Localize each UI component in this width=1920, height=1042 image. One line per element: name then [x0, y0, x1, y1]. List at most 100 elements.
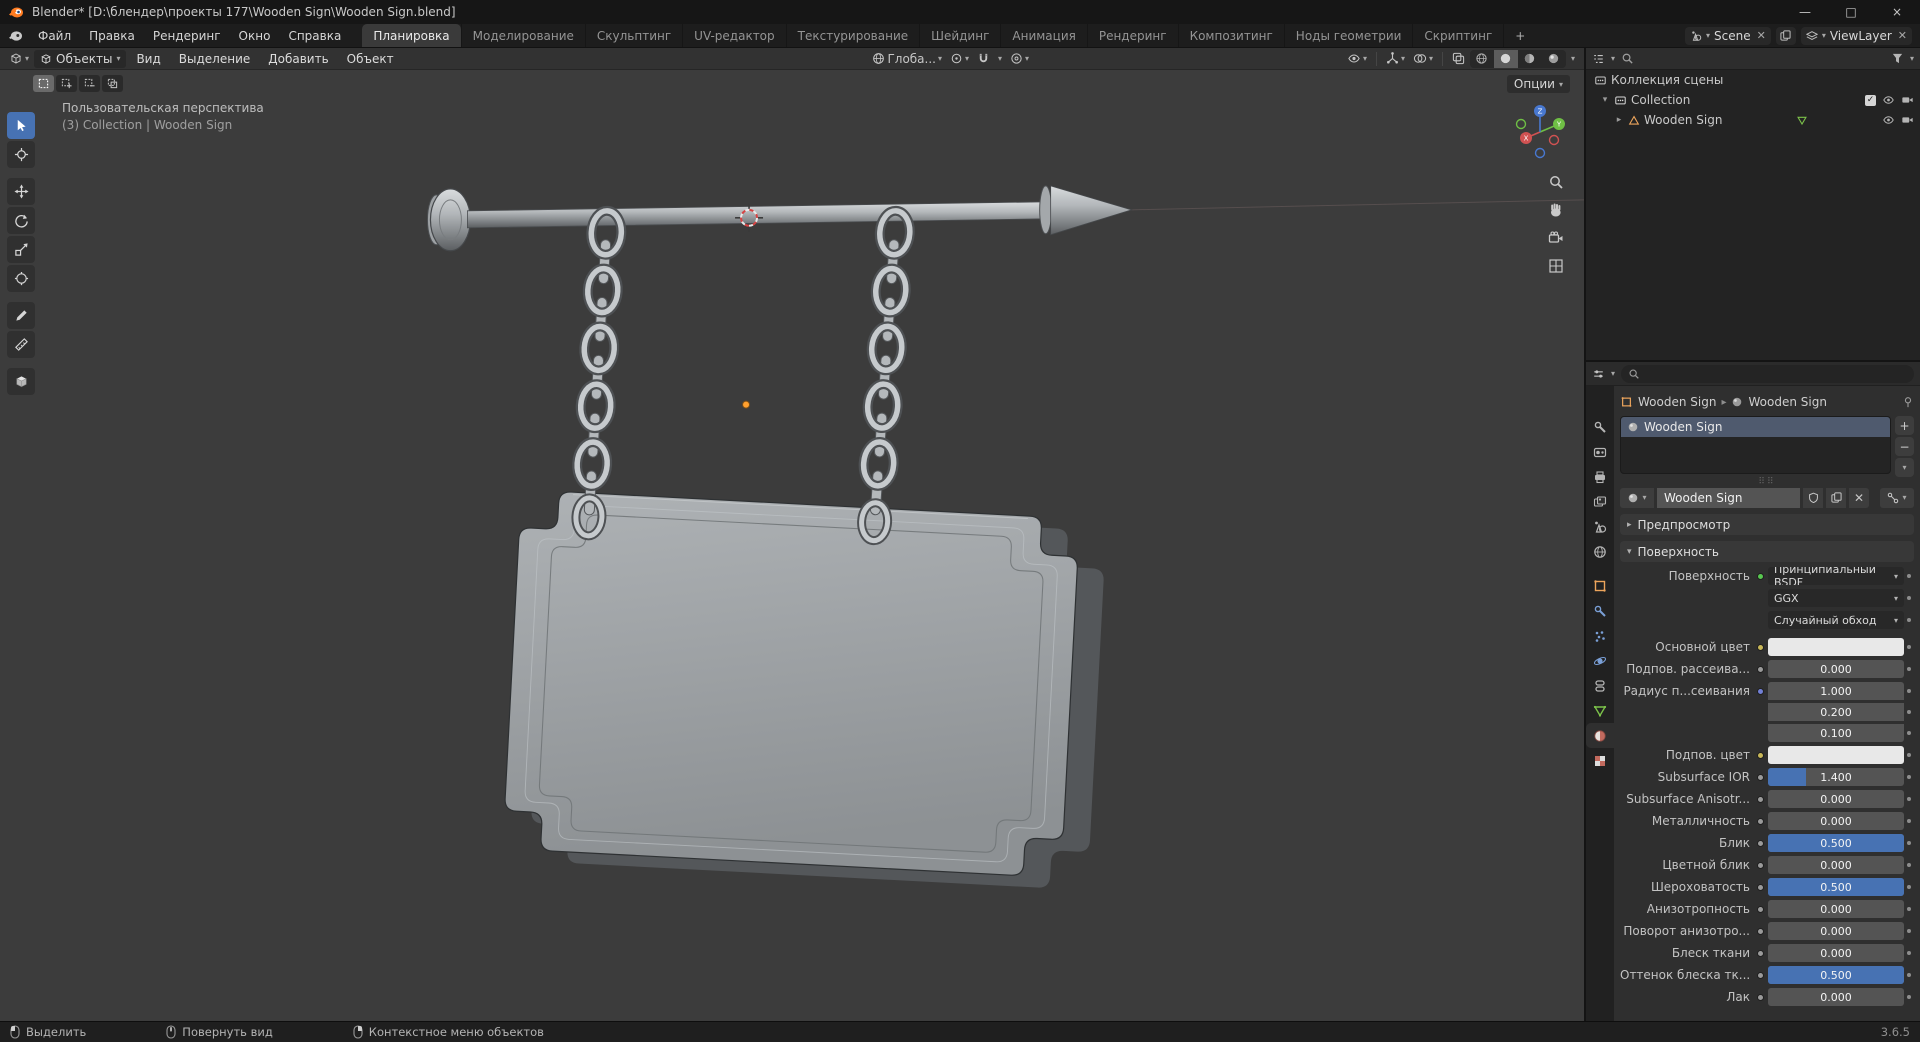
list-resize-grip[interactable]: ⠿⠿ — [1620, 477, 1914, 487]
socket-dot[interactable] — [1757, 971, 1764, 979]
viewport-menu-item[interactable]: Выделение — [171, 52, 258, 66]
decorator-dot[interactable] — [1904, 863, 1914, 867]
socket-dot[interactable] — [1757, 949, 1764, 957]
tab-physics[interactable] — [1586, 648, 1614, 673]
object-visibility-dropdown[interactable]: ▾ — [1344, 50, 1370, 68]
material-slot-item[interactable]: Wooden Sign — [1621, 417, 1890, 437]
decorator-dot[interactable] — [1904, 841, 1914, 845]
property-slider[interactable]: 0.000 — [1768, 812, 1904, 830]
decorator-dot[interactable] — [1904, 907, 1914, 911]
socket-dot[interactable] — [1757, 839, 1764, 847]
maximize-button[interactable]: □ — [1828, 0, 1874, 24]
gizmos-dropdown[interactable]: ▾ — [1383, 50, 1408, 68]
tool-add-cube[interactable] — [7, 368, 35, 395]
socket-dot[interactable] — [1757, 687, 1764, 695]
tab-data[interactable] — [1586, 698, 1614, 723]
pan-hand-icon[interactable] — [1548, 202, 1564, 218]
add-slot-button[interactable]: + — [1895, 416, 1914, 435]
property-value[interactable]: 0.000 — [1768, 944, 1904, 962]
tab-output[interactable] — [1586, 464, 1614, 489]
close-button[interactable]: × — [1874, 0, 1920, 24]
tool-rotate[interactable] — [7, 207, 35, 234]
property-menu[interactable]: Принципиальный BSDF ▾ — [1768, 567, 1904, 585]
tab-scene[interactable] — [1586, 514, 1614, 539]
decorator-dot[interactable] — [1904, 753, 1914, 757]
camera-icon[interactable] — [1901, 94, 1914, 106]
tab-particles[interactable] — [1586, 623, 1614, 648]
workspace-tab[interactable]: Ноды геометрии — [1283, 24, 1413, 47]
editor-type-button[interactable]: ▾ — [6, 50, 32, 68]
preview-panel-header[interactable]: ▸ Предпросмотр — [1620, 514, 1914, 535]
remove-slot-button[interactable]: − — [1895, 437, 1914, 456]
property-menu[interactable]: GGX ▾ — [1768, 589, 1904, 607]
property-slider[interactable]: 0.500 — [1768, 878, 1904, 896]
outliner-item-label[interactable]: Коллекция сцены — [1611, 73, 1723, 87]
select-subtract-button[interactable] — [79, 75, 100, 92]
chevron-down-icon[interactable]: ▾ — [1611, 54, 1615, 63]
expander-icon[interactable]: ▸ — [1614, 115, 1624, 125]
menu-item[interactable]: Правка — [80, 24, 144, 47]
viewport-canvas-area[interactable]: Пользовательская перспектива (3) Collect… — [0, 70, 1584, 1021]
xray-toggle[interactable] — [1449, 50, 1468, 68]
property-slider[interactable]: 0.500 — [1768, 966, 1904, 984]
decorator-dot[interactable] — [1904, 710, 1914, 714]
workspace-tab[interactable]: Шейдинг — [919, 24, 1000, 47]
tool-cursor[interactable] — [7, 141, 35, 168]
slot-specials-button[interactable]: ▾ — [1895, 458, 1914, 477]
select-extend-button[interactable] — [56, 75, 77, 92]
eye-icon[interactable] — [1882, 114, 1895, 126]
tab-render[interactable] — [1586, 439, 1614, 464]
origin-dot[interactable] — [742, 400, 751, 409]
add-workspace-button[interactable]: + — [1503, 24, 1536, 47]
tab-texture[interactable] — [1586, 748, 1614, 773]
decorator-dot[interactable] — [1904, 645, 1914, 649]
tab-tool[interactable] — [1586, 414, 1614, 439]
socket-dot[interactable] — [1757, 572, 1764, 580]
tab-modifiers[interactable] — [1586, 598, 1614, 623]
breadcrumb-material[interactable]: Wooden Sign — [1748, 395, 1826, 409]
outliner-item-label[interactable]: Wooden Sign — [1644, 113, 1722, 127]
search-icon[interactable] — [1621, 52, 1634, 65]
camera-icon[interactable] — [1901, 114, 1914, 126]
tool-select-box[interactable] — [7, 112, 35, 139]
filter-funnel-icon[interactable] — [1891, 52, 1904, 65]
gizmo-z-negative[interactable] — [1534, 147, 1546, 159]
zoom-icon[interactable] — [1548, 174, 1564, 190]
property-value[interactable]: 0.000 — [1768, 922, 1904, 940]
outliner-row-scene-collection[interactable]: Коллекция сцены — [1586, 70, 1920, 90]
fake-user-button[interactable] — [1803, 487, 1823, 508]
camera-view-icon[interactable] — [1548, 230, 1564, 246]
new-scene-button[interactable] — [1775, 26, 1796, 45]
property-value[interactable]: 0.000 — [1768, 660, 1904, 678]
workspace-tab[interactable]: Скульптинг — [584, 24, 682, 47]
sign-board[interactable] — [501, 488, 1107, 891]
property-value[interactable]: 0.100 — [1768, 724, 1904, 742]
decorator-dot[interactable] — [1904, 618, 1914, 622]
pivot-dropdown[interactable]: ▾ — [947, 50, 972, 68]
viewport-menu-item[interactable]: Добавить — [260, 52, 336, 66]
overlays-dropdown[interactable]: ▾ — [1410, 50, 1436, 68]
property-value[interactable]: 0.000 — [1768, 988, 1904, 1006]
workspace-tab[interactable]: Моделирование — [460, 24, 585, 47]
workspace-tab[interactable]: Планировка — [362, 24, 461, 47]
material-slot-list[interactable]: Wooden Sign — [1620, 416, 1891, 474]
socket-dot[interactable] — [1757, 817, 1764, 825]
socket-dot[interactable] — [1757, 665, 1764, 673]
viewlayer-selector[interactable]: ▾ ViewLayer ✕ — [1800, 26, 1912, 45]
chain-right[interactable] — [857, 205, 915, 546]
expander-icon[interactable]: ▾ — [1600, 95, 1610, 105]
socket-dot[interactable] — [1757, 993, 1764, 1001]
decorator-dot[interactable] — [1904, 689, 1914, 693]
viewport-menu-item[interactable]: Объект — [339, 52, 402, 66]
outliner-row-wooden-sign[interactable]: ▸ Wooden Sign — [1586, 110, 1920, 130]
pole[interactable] — [426, 185, 1133, 252]
viewport-menu-item[interactable]: Вид — [128, 52, 168, 66]
decorator-dot[interactable] — [1904, 951, 1914, 955]
tab-constraints[interactable] — [1586, 673, 1614, 698]
shading-solid-button[interactable] — [1493, 49, 1518, 68]
gizmo-x-negative[interactable] — [1548, 134, 1560, 146]
outliner-item-label[interactable]: Collection — [1631, 93, 1690, 107]
properties-editor-icon[interactable] — [1592, 368, 1605, 380]
property-slider[interactable]: 0.500 — [1768, 834, 1904, 852]
outliner-editor-icon[interactable] — [1592, 53, 1605, 65]
